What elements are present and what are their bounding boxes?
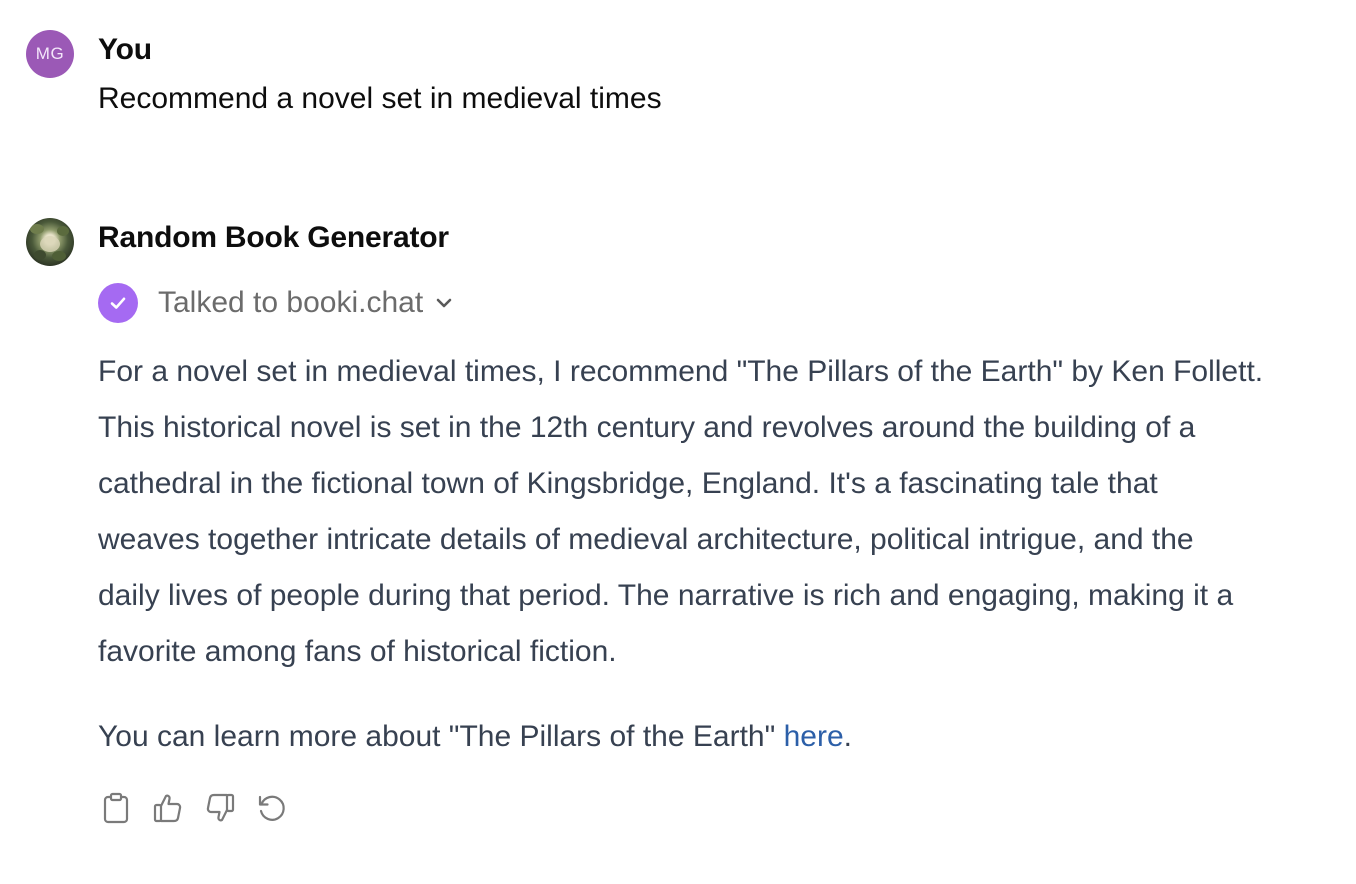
user-avatar-initials: MG	[35, 44, 65, 63]
paragraph-line: This historical novel is set in the 12th…	[98, 411, 1196, 444]
paragraph-line: favorite among fans of historical fictio…	[98, 635, 617, 668]
followup-prefix: You can learn more about "The Pillars of…	[98, 720, 784, 753]
regenerate-icon[interactable]	[256, 790, 288, 826]
user-message-text: Recommend a novel set in medieval times	[98, 82, 662, 115]
thumbs-down-icon[interactable]	[204, 790, 236, 826]
user-avatar: MG	[26, 30, 74, 78]
assistant-author-name: Random Book Generator	[98, 221, 449, 254]
message-actions	[100, 790, 288, 826]
assistant-response-paragraph: For a novel set in medieval times, I rec…	[98, 344, 1338, 680]
user-author-name: You	[98, 33, 152, 66]
tool-call-summary[interactable]: Talked to booki.chat	[98, 283, 453, 323]
paragraph-line: weaves together intricate details of med…	[98, 523, 1194, 556]
assistant-followup-text: You can learn more about "The Pillars of…	[98, 720, 852, 754]
gpt-avatar-image	[26, 218, 74, 266]
here-link[interactable]: here	[784, 720, 844, 753]
paragraph-line: daily lives of people during that period…	[98, 579, 1234, 612]
followup-suffix: .	[843, 720, 852, 753]
thumbs-up-icon[interactable]	[152, 790, 184, 826]
tool-call-label: Talked to booki.chat	[158, 286, 424, 319]
chevron-down-icon[interactable]	[435, 297, 453, 309]
copy-icon[interactable]	[100, 790, 132, 826]
check-circle-icon	[98, 283, 138, 323]
paragraph-line: For a novel set in medieval times, I rec…	[98, 355, 1264, 388]
paragraph-line: cathedral in the fictional town of Kings…	[98, 467, 1158, 500]
